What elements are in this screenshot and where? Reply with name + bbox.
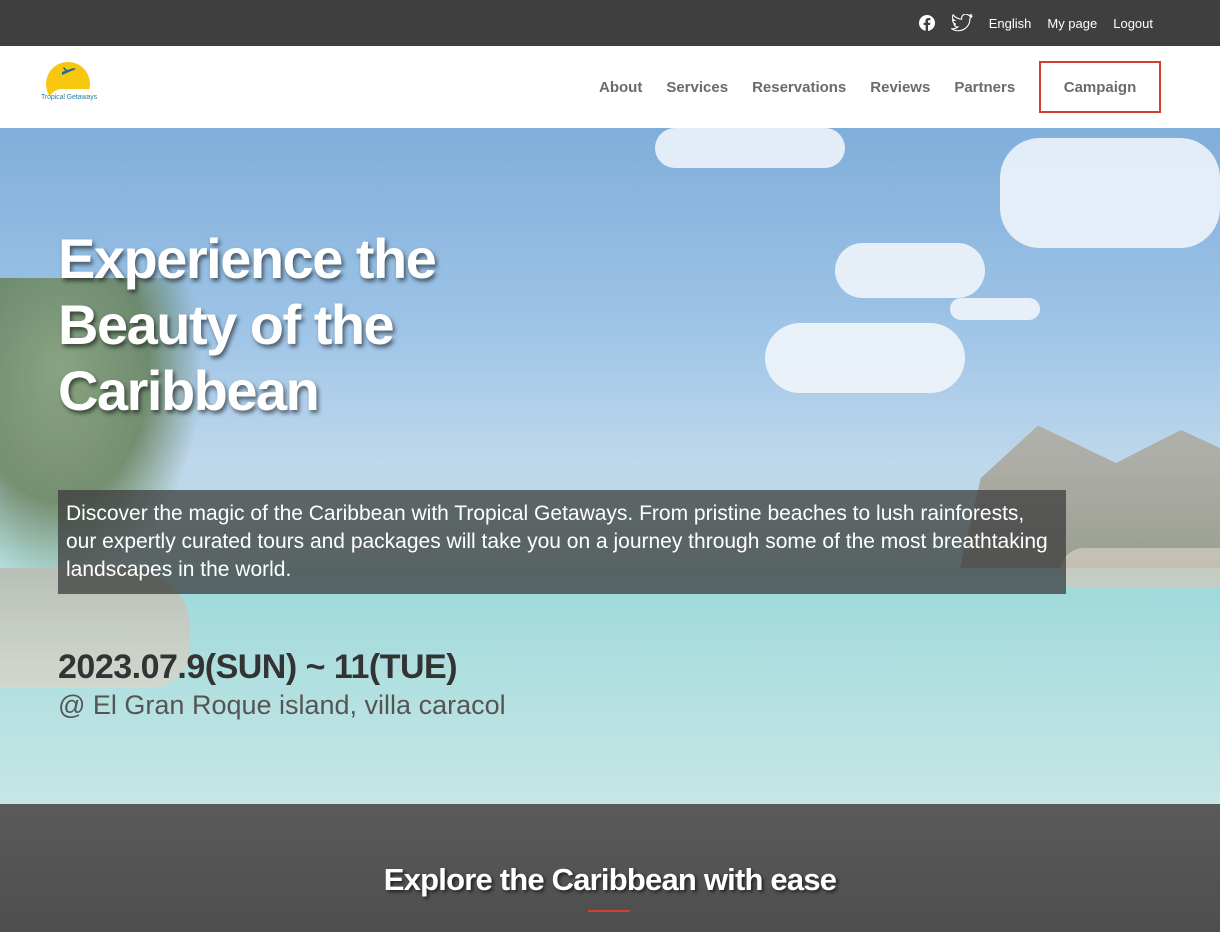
logo-brand: Tropical Getaways — [40, 94, 97, 101]
event-venue: @ El Gran Roque island, villa caracol — [58, 690, 506, 720]
explore-section: Explore the Caribbean with ease — [0, 804, 1220, 932]
main-nav: Tropical Getaways About Services Reserva… — [0, 46, 1220, 128]
explore-heading: Explore the Caribbean with ease — [383, 862, 837, 897]
plane-icon — [61, 66, 77, 85]
top-utility-bar: English My page Logout — [0, 0, 1220, 46]
event-date: 2023.07.9(SUN) ~ 11(TUE) — [58, 648, 458, 686]
nav-item-reviews[interactable]: Reviews — [870, 79, 930, 96]
heading-underline — [588, 910, 630, 912]
hero-section: Experience the Beauty of the Caribbean D… — [0, 128, 1220, 804]
campaign-button[interactable]: Campaign — [1039, 61, 1161, 113]
nav-item-partners[interactable]: Partners — [954, 79, 1015, 96]
nav-item-about[interactable]: About — [599, 79, 642, 96]
site-logo[interactable]: Tropical Getaways — [40, 60, 98, 110]
twitter-icon[interactable] — [950, 14, 973, 32]
nav-menu: About Services Reservations Reviews Part… — [599, 46, 1039, 128]
hero-title: Experience the Beauty of the Caribbean — [58, 227, 437, 422]
logout-link[interactable]: Logout — [1113, 16, 1153, 31]
nav-item-services[interactable]: Services — [666, 79, 728, 96]
hero-description: Discover the magic of the Caribbean with… — [58, 490, 1066, 594]
nav-item-reservations[interactable]: Reservations — [752, 79, 846, 96]
utility-links: English My page Logout — [918, 0, 1153, 46]
language-link[interactable]: English — [989, 16, 1032, 31]
mypage-link[interactable]: My page — [1047, 16, 1097, 31]
facebook-icon[interactable] — [918, 15, 935, 31]
